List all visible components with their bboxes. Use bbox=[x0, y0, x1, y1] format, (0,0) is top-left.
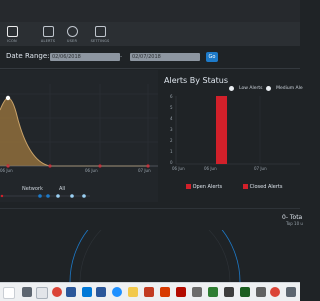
status-chart-area: 6 5 4 3 2 1 0 06 Jun 06 Jun 07 Jun bbox=[166, 92, 300, 176]
legend-label: Closed Alerts bbox=[249, 184, 283, 190]
y-tick-label: 4 bbox=[170, 116, 173, 121]
divider bbox=[0, 208, 300, 209]
filter-slider[interactable] bbox=[0, 192, 100, 200]
app-icon[interactable] bbox=[208, 287, 218, 297]
word-icon[interactable] bbox=[96, 287, 106, 297]
dashboard-icon bbox=[6, 25, 18, 37]
date-from-input[interactable]: 02/06/2018 bbox=[50, 53, 120, 61]
lower-section: 0- Tota Top 10 u bbox=[0, 206, 303, 282]
nav-item-label: USER bbox=[66, 38, 78, 43]
y-tick-label: 3 bbox=[170, 127, 173, 132]
user-icon bbox=[66, 25, 78, 37]
data-point bbox=[5, 95, 11, 101]
top-users-label: Top 10 u bbox=[286, 221, 303, 226]
legend-dot-icon bbox=[229, 86, 234, 91]
nav-item-dashboard[interactable]: ICON bbox=[0, 22, 24, 46]
app-icon[interactable] bbox=[192, 287, 202, 297]
chrome-icon[interactable] bbox=[270, 287, 280, 297]
alerts-by-status-chart bbox=[175, 96, 300, 165]
left-chart-panel: 06 Jun 06 Jun 07 Jun Network All bbox=[0, 70, 158, 202]
outlook-icon[interactable] bbox=[82, 287, 92, 297]
window-top-bar bbox=[0, 0, 300, 22]
edge-icon[interactable] bbox=[112, 287, 122, 297]
date-range-label: Date Range: bbox=[6, 52, 50, 60]
x-tick-label: 07 Jun bbox=[138, 168, 151, 173]
go-button[interactable]: Go bbox=[206, 52, 218, 62]
os-taskbar bbox=[0, 282, 300, 301]
area-series bbox=[0, 98, 50, 166]
radial-gauge bbox=[69, 230, 241, 282]
nav-item-label: SETTINGS bbox=[90, 38, 110, 43]
date-to-input[interactable]: 02/07/2018 bbox=[130, 53, 200, 61]
app-icon[interactable] bbox=[66, 287, 76, 297]
y-tick-label: 0 bbox=[170, 160, 173, 165]
legend-dot-icon bbox=[266, 86, 271, 91]
legend-label: Open Alerts bbox=[192, 184, 223, 190]
x-tick-label: 06 Jun bbox=[172, 166, 185, 171]
x-tick-label: 06 Jun bbox=[85, 168, 98, 173]
date-filter-bar: Date Range: 02/06/2018 - 02/07/2018 Go bbox=[0, 46, 300, 69]
app-icon[interactable] bbox=[286, 287, 296, 297]
alerts-trend-chart bbox=[0, 84, 158, 168]
powerpoint-icon[interactable] bbox=[160, 287, 170, 297]
x-tick-label: 06 Jun bbox=[0, 168, 13, 173]
monitor-icon bbox=[42, 25, 54, 37]
search-icon[interactable] bbox=[3, 287, 15, 299]
legend-label: Medium Ale bbox=[276, 86, 303, 91]
nav-item-user[interactable]: USER bbox=[60, 22, 84, 46]
y-tick-label: 5 bbox=[170, 105, 173, 110]
folder-icon[interactable] bbox=[128, 287, 138, 297]
app-icon[interactable] bbox=[36, 287, 48, 299]
pdf-icon[interactable] bbox=[176, 287, 186, 297]
legend-open-alerts[interactable]: Open Alerts bbox=[186, 184, 222, 190]
y-tick-label: 1 bbox=[170, 149, 173, 154]
legend-swatch bbox=[186, 184, 191, 189]
app-icon[interactable] bbox=[144, 287, 154, 297]
date-separator: - bbox=[120, 53, 123, 60]
y-tick-label: 2 bbox=[170, 138, 173, 143]
legend-swatch bbox=[243, 184, 248, 189]
legend-label: Low Alerts bbox=[239, 86, 263, 91]
nav-item-label: ICON bbox=[7, 38, 17, 43]
status-chart-title: Alerts By Status bbox=[164, 76, 229, 85]
nav-item-settings[interactable]: SETTINGS bbox=[88, 22, 112, 46]
app-icon[interactable] bbox=[256, 287, 266, 297]
app-icon[interactable] bbox=[240, 287, 250, 297]
legend-closed-alerts[interactable]: Closed Alerts bbox=[243, 184, 282, 190]
main-nav: ICON ALERTS USER SETTINGS bbox=[0, 22, 300, 47]
x-tick-label: 07 Jun bbox=[254, 166, 267, 171]
total-label: 0- Tota bbox=[282, 214, 303, 221]
task-view-icon[interactable] bbox=[22, 287, 32, 297]
nav-item-alerts[interactable]: ALERTS bbox=[36, 22, 60, 46]
bar-open-alerts bbox=[216, 96, 227, 164]
app-icon[interactable] bbox=[224, 287, 234, 297]
y-tick-label: 6 bbox=[170, 94, 173, 99]
nav-item-label: ALERTS bbox=[40, 38, 56, 43]
x-tick-label: 06 Jun bbox=[204, 166, 217, 171]
chrome-icon[interactable] bbox=[52, 287, 62, 297]
tools-icon bbox=[94, 25, 106, 37]
